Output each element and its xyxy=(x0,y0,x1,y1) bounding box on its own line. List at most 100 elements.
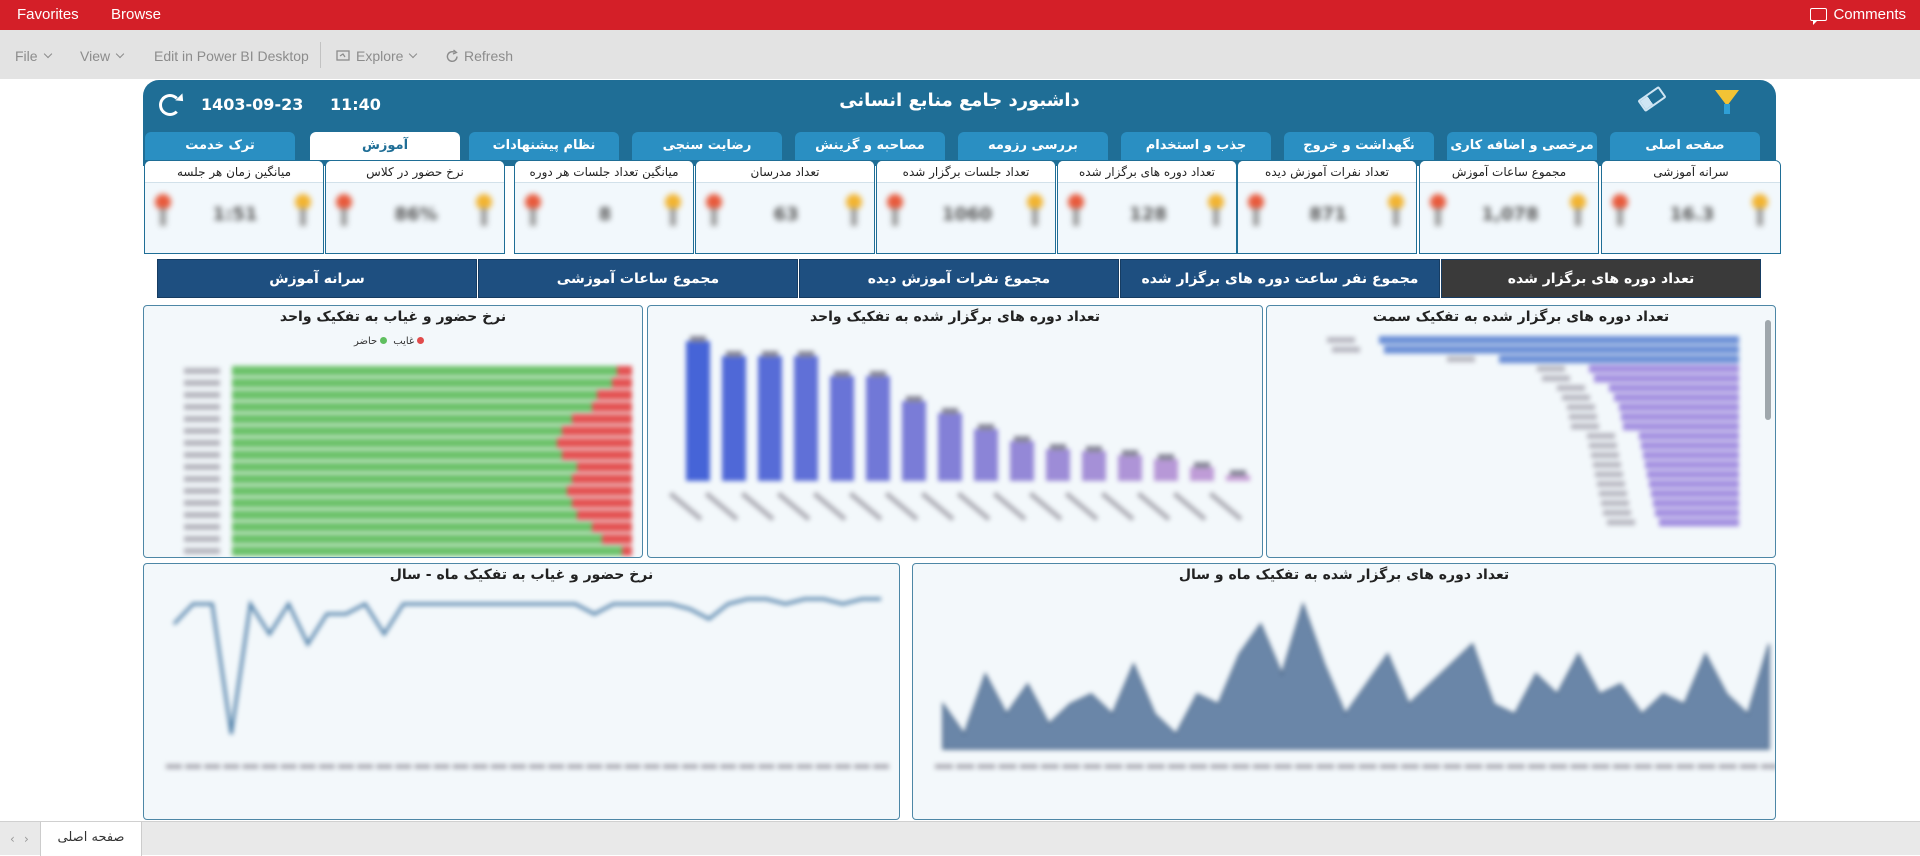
month-tick-label xyxy=(1718,764,1737,769)
position-label xyxy=(1537,365,1565,372)
tab-recruitment[interactable]: جذب و استخدام xyxy=(1121,132,1271,160)
month-tick-label xyxy=(1337,764,1356,769)
month-tick-label xyxy=(509,764,526,769)
absent-bar xyxy=(592,522,632,532)
month-tick-label xyxy=(605,764,622,769)
unit-tick-label xyxy=(740,491,775,522)
edit-in-desktop-button[interactable]: Edit in Power BI Desktop xyxy=(154,48,309,64)
month-tick-label xyxy=(873,764,889,769)
position-bar xyxy=(1643,451,1739,460)
kpi-title: تعداد جلسات برگزار شده xyxy=(877,161,1055,183)
unit-data-label xyxy=(726,351,742,357)
present-bar xyxy=(232,438,557,448)
month-tick-label xyxy=(299,764,316,769)
month-tick-label xyxy=(1083,764,1102,769)
chart-by-month[interactable]: تعداد دوره های برگزار شده به تفکیک ماه و… xyxy=(912,563,1776,820)
metric-button-person-hours[interactable]: مجموع نفر ساعت دوره های برگزار شده xyxy=(1120,259,1440,298)
absent-bar xyxy=(622,546,632,556)
position-bar xyxy=(1653,499,1739,508)
view-menu[interactable]: View xyxy=(80,48,125,64)
tab-leave[interactable]: مرخصی و اضافه کاری xyxy=(1447,132,1597,160)
status-stem xyxy=(670,208,676,226)
month-tick-label xyxy=(796,764,813,769)
metric-button-trainees[interactable]: مجموع نفرات آموزش دیده xyxy=(799,259,1119,298)
month-tick-label xyxy=(720,764,737,769)
tab-resignation[interactable]: ترک خدمت xyxy=(145,132,295,160)
comment-icon xyxy=(1810,8,1828,25)
status-stem xyxy=(1393,208,1399,226)
file-menu[interactable]: File xyxy=(15,48,52,64)
browse-link[interactable]: Browse xyxy=(111,6,161,23)
comments-button[interactable]: Comments xyxy=(1810,6,1906,25)
absent-bar xyxy=(572,498,632,508)
unit-data-label xyxy=(1194,462,1210,468)
tab-resume[interactable]: بررسی رزومه xyxy=(958,132,1108,160)
toolbar-divider xyxy=(320,42,321,68)
month-tick-label xyxy=(1231,764,1250,769)
kpi-body: 871 xyxy=(1238,184,1416,253)
tab-home[interactable]: صفحه اصلی xyxy=(1610,132,1760,160)
explore-menu[interactable]: Explore xyxy=(336,48,418,64)
month-tick-label xyxy=(1676,764,1695,769)
unit-data-label xyxy=(834,371,850,377)
chart-by-position[interactable]: تعداد دوره های برگزار شده به تفکیک سمت xyxy=(1266,305,1776,558)
status-stem xyxy=(1253,208,1259,226)
page-tabs-bar: ‹ › صفحه اصلی xyxy=(0,821,1920,856)
refresh-icon xyxy=(446,49,458,62)
month-tick-label xyxy=(1739,764,1758,769)
metric-button-per-capita[interactable]: سرانه آموزش xyxy=(157,259,477,298)
kpi-value: 16.3 xyxy=(1669,204,1715,225)
comments-label: Comments xyxy=(1833,6,1906,23)
edit-label: Edit in Power BI Desktop xyxy=(154,48,309,64)
favorites-link[interactable]: Favorites xyxy=(17,6,79,23)
unit-tick-label xyxy=(776,491,811,522)
metric-button-hours[interactable]: مجموع ساعات آموزشی xyxy=(478,259,798,298)
present-bar xyxy=(232,486,567,496)
tab-satisfaction[interactable]: رضایت سنجی xyxy=(632,132,782,160)
chart-by-unit[interactable]: تعداد دوره های برگزار شده به تفکیک واحد xyxy=(647,305,1263,558)
metric-button-courses[interactable]: تعداد دوره های برگزار شده xyxy=(1441,259,1761,298)
filter-icon[interactable] xyxy=(1715,90,1739,114)
chart-attendance-unit[interactable]: نرخ حضور و غیاب به تفکیک واحد غایب حاضر xyxy=(143,305,643,558)
kpi-title: میانگین تعداد جلسات هر دوره xyxy=(515,161,693,183)
refresh-button[interactable]: Refresh xyxy=(445,48,513,64)
unit-label xyxy=(184,416,220,422)
status-stem xyxy=(711,208,717,226)
tab-interview[interactable]: مصاحبه و گزینش xyxy=(795,132,945,160)
page-tab-home[interactable]: صفحه اصلی xyxy=(40,822,142,856)
present-bar xyxy=(232,414,572,424)
prev-page-icon[interactable]: ‹ xyxy=(10,832,15,846)
unit-bar xyxy=(1154,459,1178,481)
unit-data-label xyxy=(690,336,706,342)
chart-attendance-month[interactable]: نرخ حضور و غیاب به تفکیک ماه - سال xyxy=(143,563,900,820)
month-tick-label xyxy=(414,764,431,769)
next-page-icon[interactable]: › xyxy=(24,832,29,846)
tab-training[interactable]: آموزش xyxy=(310,132,460,160)
kpi-body: 1060 xyxy=(877,184,1055,253)
page-title: داشبورد جامع منابع انسانی xyxy=(839,90,1080,111)
kpi-title: میانگین زمان هر جلسه xyxy=(145,161,323,183)
vertical-scrollbar[interactable] xyxy=(1765,320,1771,420)
explore-icon xyxy=(336,50,350,61)
kpi-title: نرخ حضور در کلاس xyxy=(326,161,504,183)
month-tick-label xyxy=(1655,764,1674,769)
month-tick-label xyxy=(452,764,469,769)
month-tick-label xyxy=(1252,764,1271,769)
position-bar xyxy=(1655,508,1739,517)
view-label: View xyxy=(80,48,111,64)
status-stem xyxy=(481,208,487,226)
month-area xyxy=(935,601,1775,769)
month-tick-label xyxy=(1273,764,1292,769)
tab-suggestions[interactable]: نظام پیشنهادات xyxy=(469,132,619,160)
absent-bar xyxy=(617,366,632,376)
month-tick-label xyxy=(1591,764,1610,769)
absent-bar xyxy=(612,378,632,388)
present-bar xyxy=(232,378,612,388)
kpi-value: 871 xyxy=(1309,204,1347,225)
position-bars xyxy=(1327,336,1739,527)
tab-retention[interactable]: نگهداشت و خروج xyxy=(1284,132,1434,160)
month-tick-label xyxy=(853,764,870,769)
month-tick-label xyxy=(1443,764,1462,769)
position-bar xyxy=(1589,364,1739,373)
present-bar xyxy=(232,366,617,376)
